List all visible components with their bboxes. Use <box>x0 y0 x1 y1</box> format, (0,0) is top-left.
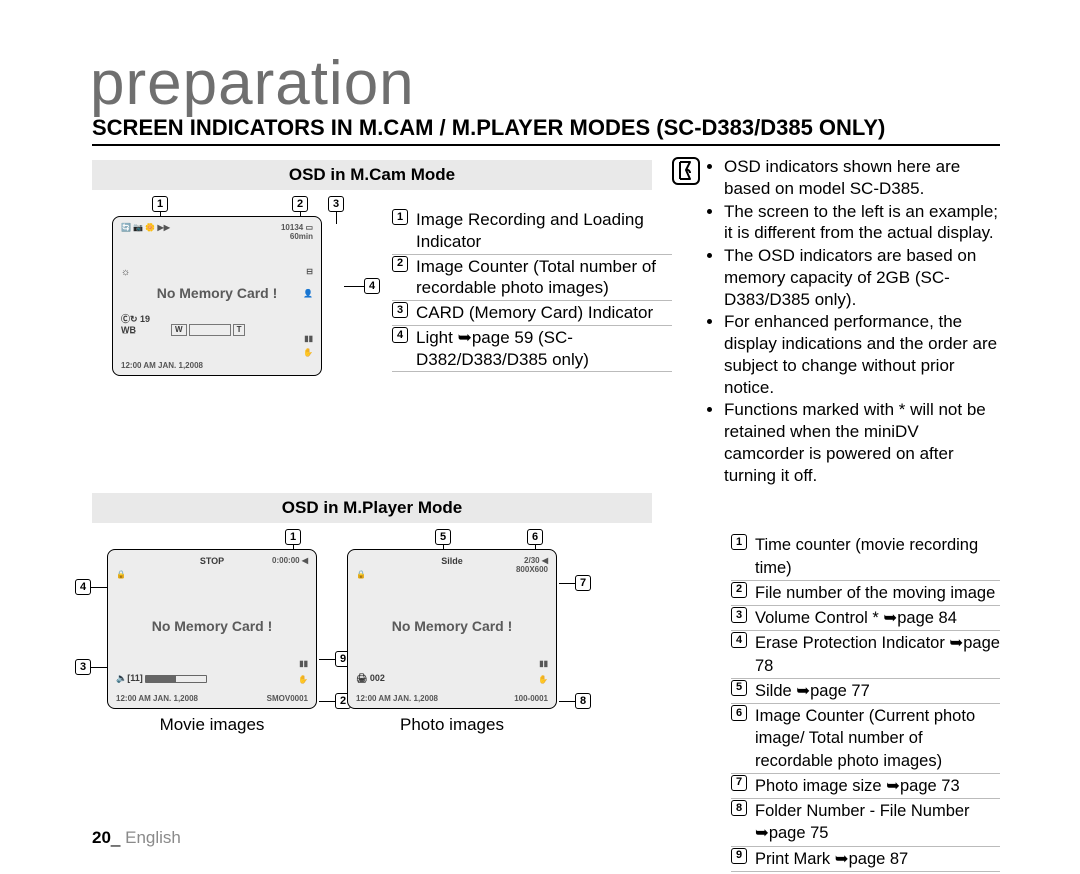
osd-photo-screen: 🔒 Silde 2/30 ◀ 800X600 No Memory Card ! … <box>347 549 557 709</box>
legend-item: 2File number of the moving image <box>731 581 1000 606</box>
hand-icon: ✋ <box>538 675 548 684</box>
subheader-mplayer: OSD in M.Player Mode <box>92 493 652 523</box>
legend-item: 4Erase Protection Indicator ➥page 78 <box>731 631 1000 679</box>
osd-datetime: 12:00 AM JAN. 1,2008 <box>116 694 198 703</box>
note-item: OSD indicators shown here are based on m… <box>724 156 1000 200</box>
volume-row: 🔈[11] <box>116 673 207 684</box>
battery-icon: ▮▮ <box>299 659 308 668</box>
language-label: English <box>120 828 180 847</box>
wb-row: W̲B̲ <box>121 325 136 335</box>
osd-movie-diagram: 1 4 3 9 2 🔒 STOP 0:00:00 ◀ No Memory Car… <box>107 533 317 709</box>
legend-item: 3Volume Control * ➥page 84 <box>731 606 1000 631</box>
lock-icon: 🔒 <box>116 570 126 579</box>
file-number: SMOV0001 <box>267 694 308 703</box>
subheader-mcam: OSD in M.Cam Mode <box>92 160 652 190</box>
legend-item: 6Image Counter (Current photo image/ Tot… <box>731 704 1000 774</box>
mcam-row: OSD in M.Cam Mode 1 2 3 4 🔄 📷 🌼 ▶▶ <box>92 154 1000 487</box>
image-count-current: 2/30 ◀ 800X600 <box>516 556 548 574</box>
osd-mcam-diagram: 1 2 3 4 🔄 📷 🌼 ▶▶ 10134 ▭ 60min <box>112 200 382 376</box>
manual-page: preparation SCREEN INDICATORS IN M.CAM /… <box>0 0 1080 874</box>
osd-image-counter: 10134 ▭ 60min <box>281 223 313 241</box>
section-heading: SCREEN INDICATORS IN M.CAM / M.PLAYER MO… <box>92 115 1000 146</box>
hand-icon: ✋ <box>298 675 308 684</box>
mplayer-row: 1 4 3 9 2 🔒 STOP 0:00:00 ◀ No Memory Car… <box>92 533 1000 872</box>
callout-4: 4 <box>364 278 380 294</box>
print-mark-row: 🖨 002 <box>356 673 385 684</box>
notes-block: OSD indicators shown here are based on m… <box>682 154 1000 487</box>
note-icon <box>672 157 700 185</box>
note-item: For enhanced performance, the display in… <box>724 311 1000 398</box>
person-icon: 👤 <box>303 289 313 298</box>
lock-icon: 🔒 <box>356 570 366 579</box>
battery-icon: ▮▮ <box>539 659 548 668</box>
zoom-t: T <box>233 324 246 336</box>
legend-item: 5Silde ➥page 77 <box>731 679 1000 704</box>
callout-4: 4 <box>75 579 91 595</box>
no-memory-card-msg: No Memory Card ! <box>108 618 316 634</box>
osd-top-left-icons: 🔄 📷 🌼 ▶▶ <box>121 223 170 232</box>
legend-item: 7Photo image size ➥page 73 <box>731 774 1000 799</box>
sun-icon: ☼ <box>121 267 130 278</box>
osd-datetime: 12:00 AM JAN. 1,2008 <box>121 361 203 370</box>
legend-item: 3 CARD (Memory Card) Indicator <box>392 301 672 326</box>
legend-item: 1Time counter (movie recording time) <box>731 533 1000 581</box>
time-counter: 0:00:00 ◀ <box>272 556 308 565</box>
callout-1: 1 <box>285 529 301 545</box>
legend-item: 1 Image Recording and Loading Indicator <box>392 208 672 255</box>
no-memory-card-msg: No Memory Card ! <box>113 285 321 301</box>
note-item: Functions marked with * will not be reta… <box>724 399 1000 486</box>
caption-movie: Movie images <box>160 715 265 735</box>
hand-icon: ✋ <box>303 348 313 357</box>
callout-6: 6 <box>527 529 543 545</box>
callout-8: 8 <box>575 693 591 709</box>
osd-mcam-screen: 🔄 📷 🌼 ▶▶ 10134 ▭ 60min ☼ ⊟ No Memory Car… <box>112 216 322 376</box>
caption-photo: Photo images <box>400 715 504 735</box>
legend-item: 9Print Mark ➥page 87 <box>731 847 1000 872</box>
osd-photo-diagram: 5 6 7 8 🔒 Silde 2/30 ◀ 800X600 <box>347 533 557 709</box>
mplayer-legend: 1Time counter (movie recording time) 2Fi… <box>731 533 1000 872</box>
legend-item: 8Folder Number - File Number ➥page 75 <box>731 799 1000 847</box>
note-item: The screen to the left is an example; it… <box>724 201 1000 245</box>
mcam-legend: 1 Image Recording and Loading Indicator … <box>392 208 672 376</box>
note-item: The OSD indicators are based on memory c… <box>724 245 1000 310</box>
light-indicator-icon: ⊟ <box>306 267 313 276</box>
legend-item: 4 Light ➥page 59 (SC-D382/D383/D385 only… <box>392 326 672 373</box>
battery-icon: ▮▮ <box>304 334 313 343</box>
zoom-w: W <box>171 324 187 336</box>
callout-3: 3 <box>75 659 91 675</box>
callout-5: 5 <box>435 529 451 545</box>
page-footer: 20_ English <box>92 828 181 848</box>
osd-movie-screen: 🔒 STOP 0:00:00 ◀ No Memory Card ! ▮▮ ✋ 🔈… <box>107 549 317 709</box>
page-number: 20 <box>92 828 111 847</box>
callout-2: 2 <box>292 196 308 212</box>
osd-datetime: 12:00 AM JAN. 1,2008 <box>356 694 438 703</box>
callout-3: 3 <box>328 196 344 212</box>
cr-row: Ⓒ↻ 19 <box>121 312 150 325</box>
callout-7: 7 <box>575 575 591 591</box>
legend-item: 2 Image Counter (Total number of recorda… <box>392 255 672 302</box>
callout-1: 1 <box>152 196 168 212</box>
no-memory-card-msg: No Memory Card ! <box>348 618 556 634</box>
chapter-title: preparation <box>90 48 1000 119</box>
folder-file-number: 100-0001 <box>514 694 548 703</box>
